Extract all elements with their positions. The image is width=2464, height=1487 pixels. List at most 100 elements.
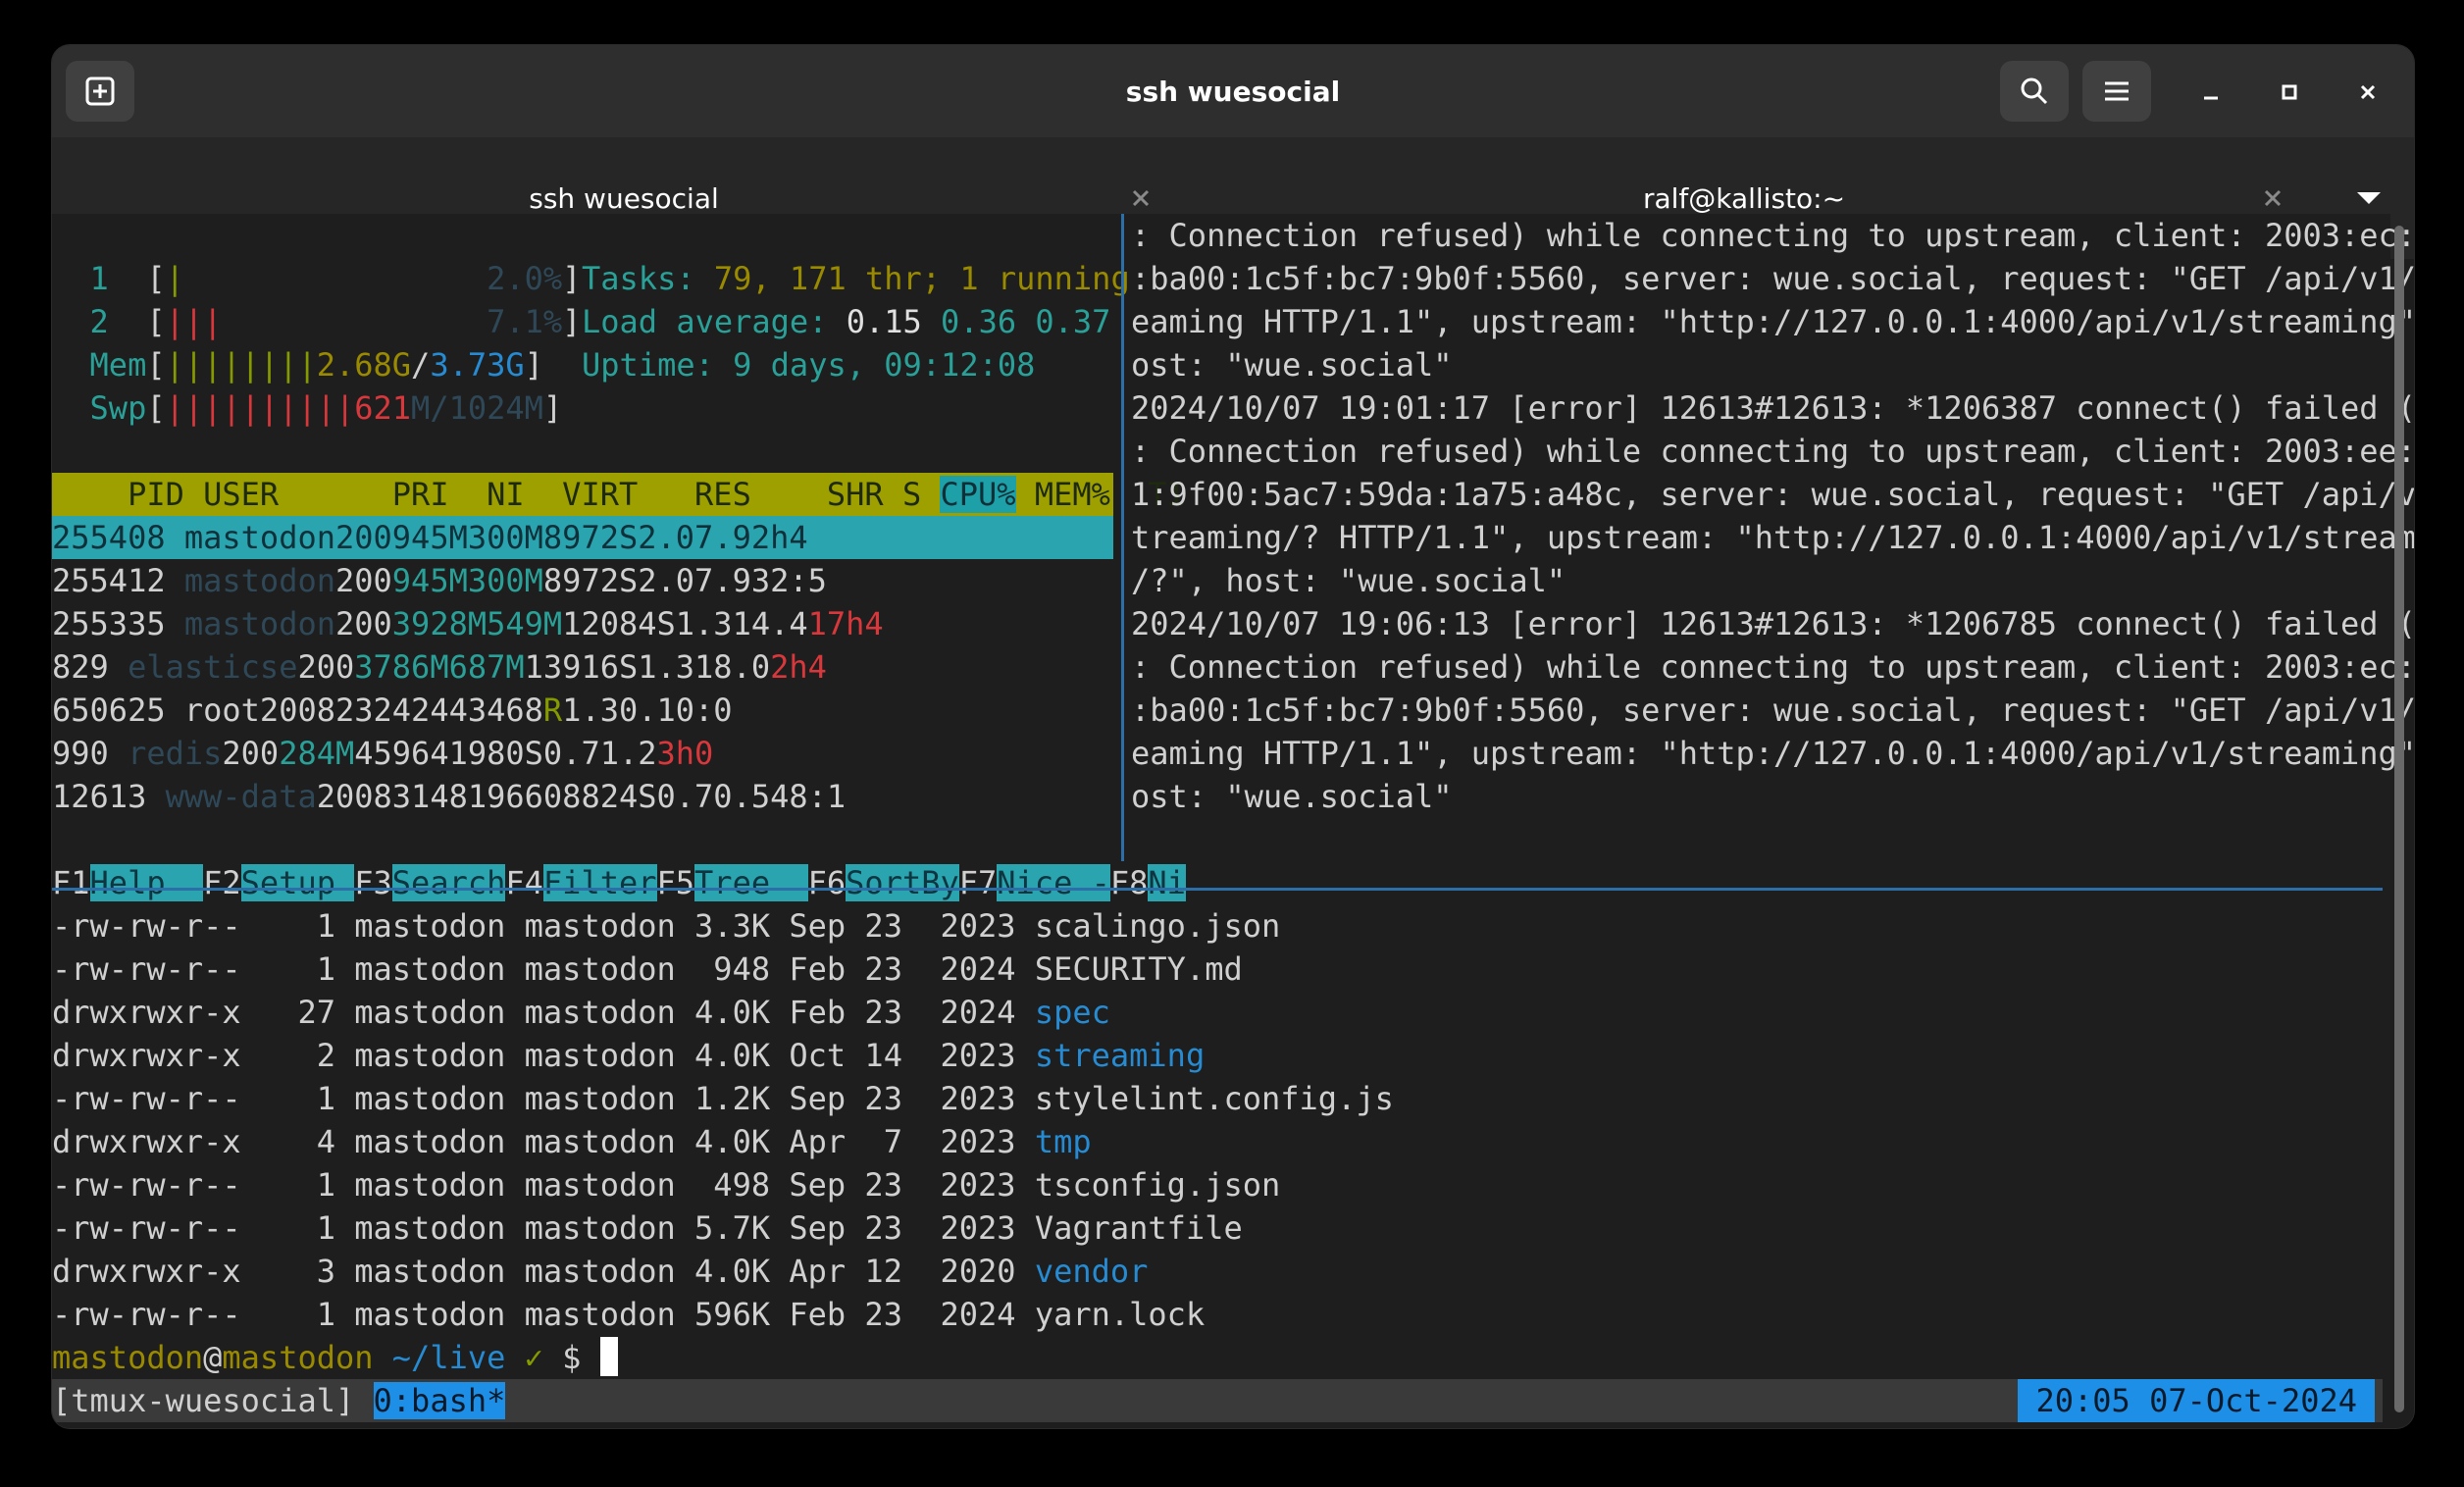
fkey-label[interactable]: Tree (694, 864, 808, 901)
process-row[interactable]: 255412 mastodon200945M300M8972S2.07.932:… (52, 559, 1113, 602)
chevron-down-icon (2357, 192, 2381, 204)
log-line: 1:9f00:5ac7:59da:1a75:a48c, server: wue.… (1131, 476, 2414, 513)
cell-s: S (618, 562, 639, 599)
cell-shr: 8972 (542, 562, 619, 599)
cell-time: 17h4 (807, 605, 884, 642)
file-attributes: -rw-rw-r-- 1 mastodon mastodon 498 Sep 2… (52, 1166, 1035, 1204)
file-name: tsconfig.json (1034, 1166, 1281, 1204)
minimize-icon (2204, 96, 2218, 100)
scrollbar-thumb[interactable] (2394, 226, 2404, 1412)
fkey-f8[interactable]: F8 (1110, 864, 1149, 901)
file-attributes: drwxrwxr-x 4 mastodon mastodon 4.0K Apr … (52, 1123, 1035, 1160)
tab-close-button[interactable] (1123, 180, 1158, 216)
new-tab-button[interactable] (66, 61, 134, 122)
cell-ni: 0 (373, 605, 392, 642)
maximize-button[interactable] (2267, 70, 2312, 115)
cell-res: 45964 (354, 735, 449, 772)
pane-divider-horizontal[interactable] (52, 888, 2383, 891)
tab-label: ralf@kallisto:~ (1642, 181, 1846, 215)
search-icon (2021, 77, 2048, 105)
cell-user: root (183, 692, 260, 729)
cell-mem: 18.0 (694, 648, 771, 686)
mem-meter: Mem[||||||||2.68G/3.73G] (89, 346, 543, 384)
fkey-f2[interactable]: F2 (203, 864, 241, 901)
fkey-label[interactable]: Filter (542, 864, 657, 901)
process-row[interactable]: 255335 mastodon2003928M549M12084S1.314.4… (52, 602, 1113, 645)
cell-mem: 14.4 (732, 605, 808, 642)
cpu2-meter: 2 [||| 7.1%] (89, 303, 582, 340)
fkey-f4[interactable]: F4 (505, 864, 543, 901)
cell-time: 48:1 (770, 778, 847, 815)
cell-ni: 0 (297, 692, 317, 729)
fkey-f1[interactable]: F1 (52, 864, 90, 901)
close-icon (2264, 189, 2282, 207)
fkey-label[interactable]: Search (391, 864, 506, 901)
cell-shr: 1980 (448, 735, 525, 772)
cell-s: S (524, 735, 543, 772)
fkey-f7[interactable]: F7 (959, 864, 998, 901)
listing-row: -rw-rw-r-- 1 mastodon mastodon 948 Feb 2… (52, 948, 1243, 991)
file-attributes: drwxrwxr-x 3 mastodon mastodon 4.0K Apr … (52, 1253, 1035, 1290)
cell-s: S (618, 648, 639, 686)
tmux-window-tab[interactable]: 0:bash* (373, 1382, 506, 1419)
listing-row: drwxrwxr-x 2 mastodon mastodon 4.0K Oct … (52, 1034, 1205, 1077)
terminal-area[interactable]: 1 [| 2.0%] 2 [||| 7.1%] Mem[||||||||2.68… (52, 214, 2414, 1428)
cell-pri: 20 (297, 648, 335, 686)
cell-user: mastodon (183, 519, 335, 556)
maximize-icon (2282, 84, 2297, 100)
process-row[interactable]: 990 redis200284M459641980S0.71.23h0 (52, 732, 1113, 775)
cell-res: 4244 (391, 692, 468, 729)
fkey-label[interactable]: Setup (240, 864, 355, 901)
log-line: :ba00:1c5f:bc7:9b0f:5560, server: wue.so… (1131, 260, 2414, 297)
log-line: treaming/? HTTP/1.1", upstream: "http://… (1131, 519, 2414, 556)
fkey-f3[interactable]: F3 (354, 864, 392, 901)
tab-close-button[interactable] (2255, 180, 2290, 216)
cell-ni: 0 (373, 519, 392, 556)
cell-s: S (656, 605, 676, 642)
process-row[interactable]: 255408 mastodon200945M300M8972S2.07.92h4 (52, 516, 1113, 559)
tmux-session-name: [tmux-wuesocial] (52, 1382, 355, 1419)
scrollbar[interactable] (2390, 214, 2406, 1418)
listing-row: drwxrwxr-x 27 mastodon mastodon 4.0K Feb… (52, 991, 1110, 1034)
file-attributes: -rw-rw-r-- 1 mastodon mastodon 3.3K Sep … (52, 907, 1035, 945)
process-row[interactable]: 12613 www-data20083148196608824S0.70.548… (52, 775, 1113, 818)
cell-user: redis (128, 735, 223, 772)
minimize-button[interactable] (2188, 70, 2233, 115)
shell-prompt[interactable]: mastodon@mastodon ~/live ✓ $ (52, 1336, 618, 1379)
cell-pri: 20 (222, 735, 260, 772)
cell-mem: 7.9 (694, 562, 751, 599)
fkey-label[interactable]: Help (89, 864, 204, 901)
fkey-label[interactable]: SortBy (846, 864, 959, 901)
cell-virt: 284M (279, 735, 355, 772)
fkey-label[interactable]: Nice - (997, 864, 1110, 901)
cell-virt: 3786M (354, 648, 449, 686)
cell-pid: 255408 (52, 519, 166, 556)
hamburger-icon (2105, 81, 2129, 101)
cell-s: S (618, 519, 639, 556)
process-table-header[interactable]: PID USER PRI NI VIRT RES SHR S CPU% MEM%… (52, 473, 1186, 516)
process-row[interactable]: 650625 root200823242443468R1.30.10:0 (52, 689, 1113, 732)
file-attributes: drwxrwxr-x 27 mastodon mastodon 4.0K Feb… (52, 994, 1035, 1031)
fkey-f6[interactable]: F6 (808, 864, 847, 901)
tab-list-button[interactable] (2351, 180, 2387, 216)
close-button[interactable] (2345, 70, 2390, 115)
pane-divider-vertical[interactable] (1121, 214, 1124, 861)
fkey-label[interactable]: Ni (1148, 864, 1186, 901)
listing-row: -rw-rw-r-- 1 mastodon mastodon 5.7K Sep … (52, 1206, 1243, 1250)
main-menu-button[interactable] (2082, 61, 2151, 122)
cell-ni: 0 (259, 735, 280, 772)
tasks-meter: Tasks: 79, 171 thr; 1 running (582, 260, 1130, 297)
text-cursor (599, 1337, 618, 1376)
cell-pid: 12613 (52, 778, 147, 815)
cell-shr: 13916 (524, 648, 619, 686)
search-button[interactable] (2000, 61, 2069, 122)
cell-time: 0:0 (675, 692, 733, 729)
directory-name: vendor (1034, 1253, 1149, 1290)
log-line: ost: "wue.social" (1131, 346, 1453, 384)
cell-res: 19660 (467, 778, 563, 815)
process-row[interactable]: 829 elasticse2003786M687M13916S1.318.02h… (52, 645, 1113, 689)
fkey-f5[interactable]: F5 (657, 864, 695, 901)
listing-row: drwxrwxr-x 3 mastodon mastodon 4.0K Apr … (52, 1250, 1148, 1293)
cell-res: 300M (467, 562, 543, 599)
cell-shr: 12084 (562, 605, 657, 642)
